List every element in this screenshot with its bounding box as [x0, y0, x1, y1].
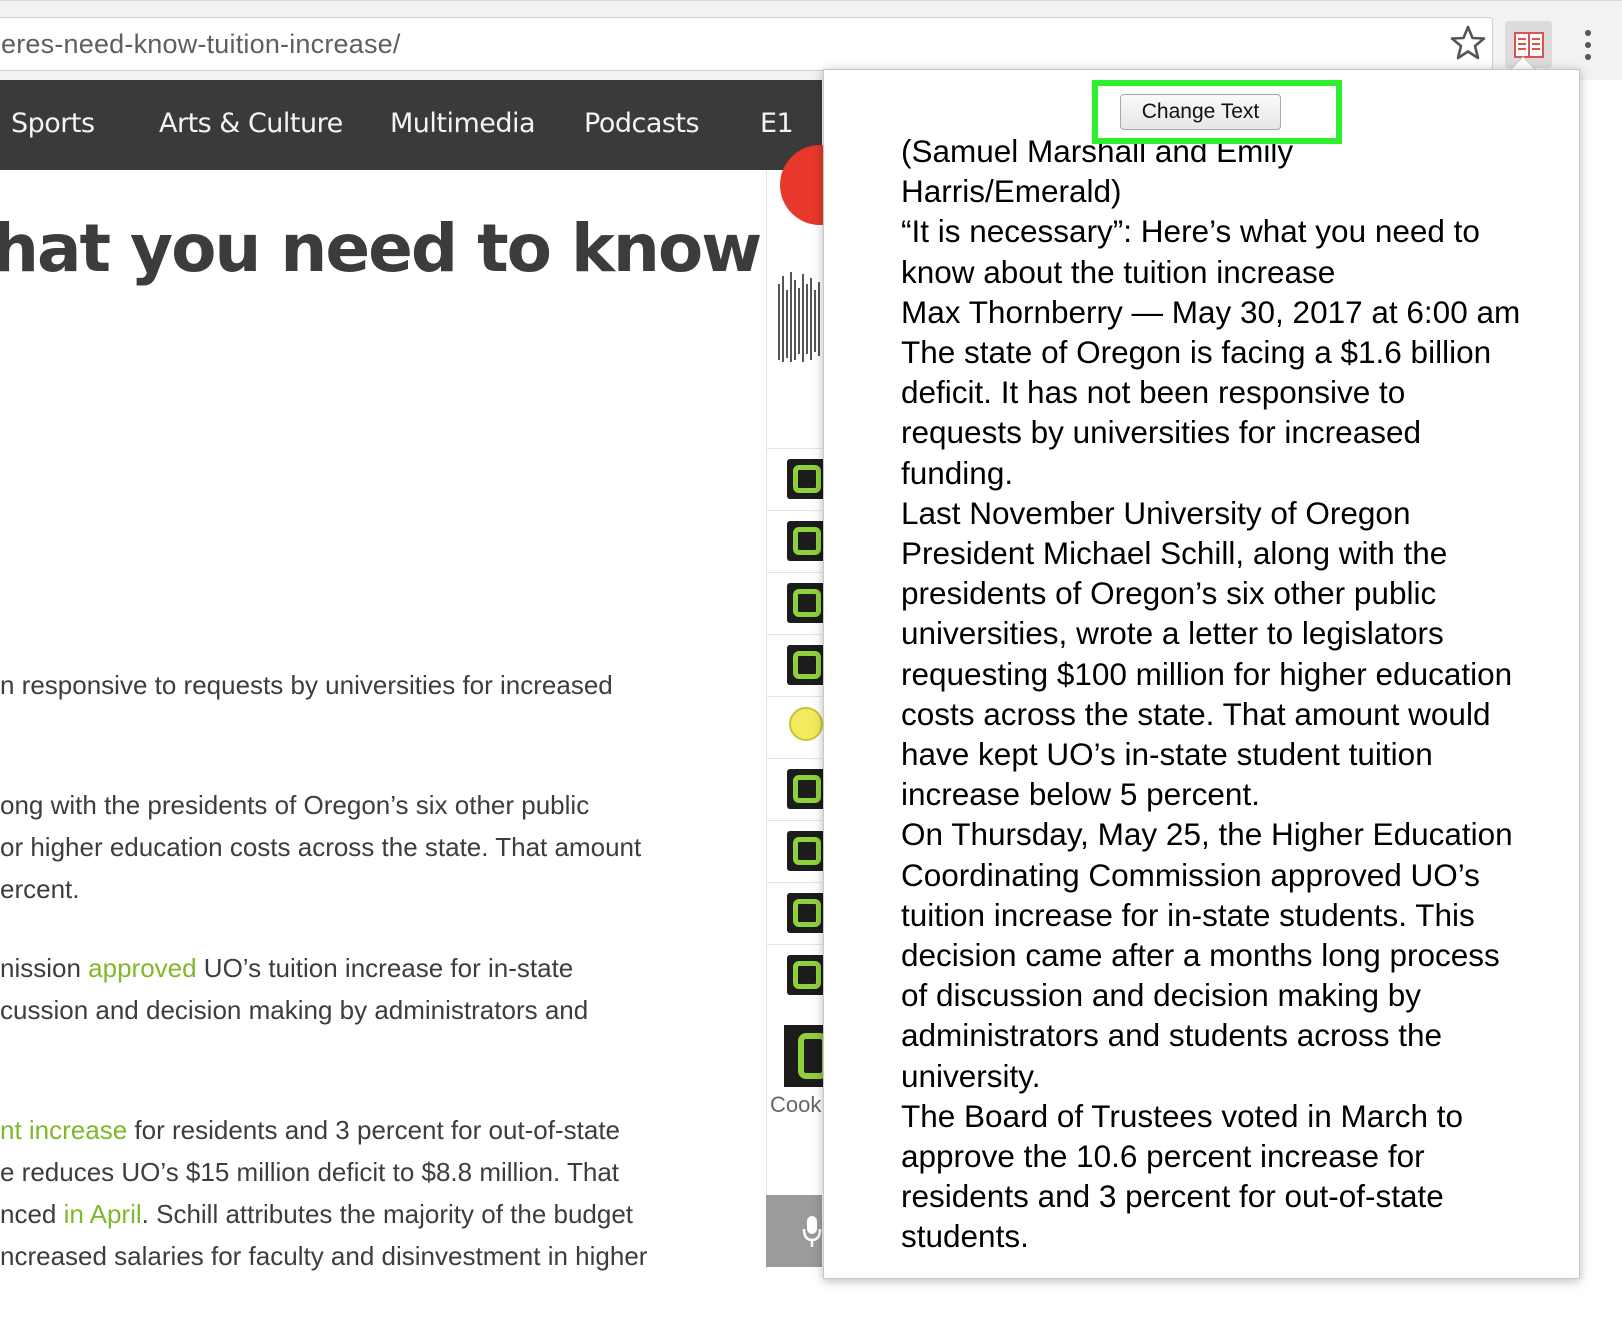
article-line: ong with the presidents of Oregon’s six …: [0, 790, 590, 820]
star-icon[interactable]: [1448, 23, 1488, 63]
sidebar-podcast-item[interactable]: [767, 944, 827, 1006]
cookie-label: Cook: [770, 1092, 822, 1117]
nav-item-e1[interactable]: E1: [760, 108, 794, 139]
approved-link[interactable]: approved: [88, 953, 196, 983]
article-line: ercent.: [0, 874, 80, 904]
podcast-logo-icon: [787, 645, 827, 685]
podcast-logo-icon: [787, 893, 827, 933]
podcast-logo-icon: [787, 831, 827, 871]
article-byline: Max Thornberry — May 30, 2017 at 6:00 am: [901, 293, 1521, 330]
address-bar[interactable]: eres-need-know-tuition-increase/: [0, 17, 1493, 71]
kebab-menu-icon[interactable]: [1578, 27, 1598, 63]
article-line: ncreased salaries for faculty and disinv…: [0, 1241, 648, 1271]
podcast-logo-icon: [787, 521, 827, 561]
article-line: n responsive to requests by universities…: [0, 670, 613, 700]
site-navigation-bar: Sports Arts & Culture Multimedia Podcast…: [0, 80, 822, 170]
sidebar-podcast-item[interactable]: [767, 448, 827, 510]
sidebar-podcast-item[interactable]: [767, 634, 827, 696]
podcast-logo-icon: [787, 459, 827, 499]
article-paragraph: On Thursday, May 25, the Higher Educatio…: [901, 816, 1513, 1094]
sidebar-podcast-item[interactable]: [767, 758, 827, 820]
article-paragraph: The state of Oregon is facing a $1.6 bil…: [901, 334, 1492, 491]
url-text[interactable]: eres-need-know-tuition-increase/: [1, 29, 401, 60]
article-line: nission approved UO’s tuition increase f…: [0, 953, 574, 983]
article-line: nced in April. Schill attributes the maj…: [0, 1199, 634, 1229]
article-paragraph: The Board of Trustees voted in March to …: [901, 1097, 1464, 1255]
microphone-button[interactable]: [766, 1195, 822, 1267]
sidebar-podcast-item[interactable]: [767, 510, 827, 572]
sidebar-podcast-item[interactable]: [767, 572, 827, 634]
microphone-icon: [802, 1216, 822, 1247]
article-title: “It is necessary”: Here’s what you need …: [901, 213, 1480, 290]
percent-increase-link[interactable]: nt increase: [0, 1115, 127, 1145]
article-paragraph: Last November University of Oregon Presi…: [901, 494, 1513, 813]
article-line: or higher education costs across the sta…: [0, 832, 642, 862]
sidebar-podcast-item[interactable]: [767, 696, 823, 758]
browser-toolbar: eres-need-know-tuition-increase/: [0, 0, 1622, 80]
nav-item-arts-culture[interactable]: Arts & Culture: [159, 108, 343, 139]
reader-extension-icon: [1514, 32, 1544, 58]
extension-popup: (Samuel Marshall and Emily Harris/Emeral…: [823, 69, 1580, 1279]
podcast-logo-icon: [787, 769, 827, 809]
lightbulb-logo-icon: [789, 707, 823, 741]
sidebar-podcast-item[interactable]: [767, 820, 827, 882]
nav-item-sports[interactable]: Sports: [11, 108, 95, 139]
audio-waveform-icon[interactable]: [778, 270, 822, 370]
article-line: nt increase for residents and 3 percent …: [0, 1115, 621, 1145]
in-april-link[interactable]: in April: [64, 1199, 142, 1229]
podcast-logo-icon: [787, 583, 827, 623]
sidebar-podcast-item[interactable]: [767, 882, 827, 944]
article-headline: hat you need to know: [0, 210, 762, 287]
podcast-cover-icon[interactable]: [784, 1025, 828, 1087]
change-text-button[interactable]: Change Text: [1120, 94, 1281, 130]
article-line: e reduces UO’s $15 million deficit to $8…: [0, 1157, 620, 1187]
podcast-logo-icon: [787, 955, 827, 995]
article-line: cussion and decision making by administr…: [0, 995, 589, 1025]
nav-item-podcasts[interactable]: Podcasts: [584, 108, 700, 139]
extracted-article-text: (Samuel Marshall and Emily Harris/Emeral…: [901, 131, 1521, 1257]
nav-item-multimedia[interactable]: Multimedia: [390, 108, 536, 139]
